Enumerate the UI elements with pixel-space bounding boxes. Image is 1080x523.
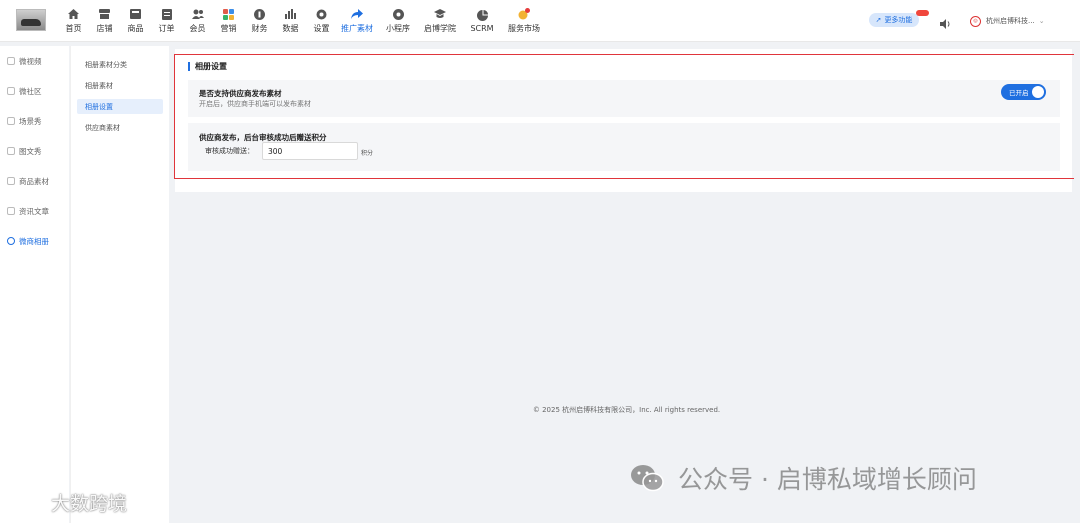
goods-icon: [130, 9, 142, 20]
member-icon: [191, 9, 204, 20]
main-nav: 首页 店铺 商品 订单 会员 营销 财务 数据 设置 推广素材 小程序 启博学院…: [58, 0, 545, 42]
nav-home[interactable]: 首页: [58, 0, 89, 42]
nav-goods[interactable]: 商品: [120, 0, 151, 42]
rocket-icon: ➚: [875, 16, 882, 24]
nav-member[interactable]: 会员: [182, 0, 213, 42]
sidebar: 微视频 微社区 场景秀 图文秀 商品素材 资讯文章 微商相册: [0, 46, 69, 523]
nav-promo-material[interactable]: 推广素材: [337, 0, 377, 42]
brand-mark-icon: [8, 493, 46, 510]
data-icon: [285, 9, 297, 20]
share-icon: [351, 9, 363, 20]
top-navbar: 首页 店铺 商品 订单 会员 营销 财务 数据 设置 推广素材 小程序 启博学院…: [0, 0, 1080, 42]
sidebar-item-news-article[interactable]: 资讯文章: [0, 196, 69, 226]
hot-badge: [916, 10, 929, 16]
nav-scrm[interactable]: SCRM: [461, 0, 503, 42]
watermark-brand: 大数跨境: [7, 490, 127, 515]
company-seal-icon: ◎: [970, 15, 981, 27]
nav-academy[interactable]: 启博学院: [419, 0, 461, 42]
reward-points-input[interactable]: [262, 142, 358, 160]
supplier-publish-title: 是否支持供应商发布素材: [199, 89, 282, 98]
subnav-album-category[interactable]: 相册素材分类: [77, 57, 163, 72]
marketing-icon: [223, 8, 235, 20]
company-switcher[interactable]: ◎ 杭州启博科技... ⌄: [970, 14, 1045, 28]
nav-marketing[interactable]: 营销: [213, 0, 244, 42]
nav-service-market[interactable]: 服务市场: [503, 0, 545, 42]
reward-unit: 积分: [361, 150, 374, 157]
sidebar-item-album[interactable]: 微商相册: [0, 226, 69, 256]
sidebar-item-micro-video[interactable]: 微视频: [0, 46, 69, 76]
nav-miniapp[interactable]: 小程序: [377, 0, 419, 42]
supplier-publish-toggle[interactable]: 已开启: [1001, 84, 1046, 100]
settings-icon: [316, 9, 328, 20]
store-icon: [99, 9, 111, 20]
subnav-album-settings[interactable]: 相册设置: [77, 99, 163, 114]
goods-material-icon: [7, 177, 15, 185]
section-title: 相册设置: [188, 62, 227, 71]
market-icon: [518, 8, 530, 20]
toggle-knob: [1032, 86, 1044, 98]
finance-icon: [254, 8, 266, 20]
nav-order[interactable]: 订单: [151, 0, 182, 42]
album-icon: [7, 237, 15, 245]
article-icon: [7, 147, 15, 155]
chevron-down-icon: ⌄: [1038, 17, 1045, 25]
brand-logo[interactable]: [16, 9, 46, 31]
nav-data[interactable]: 数据: [275, 0, 306, 42]
watermark-official-account: 公众号 · 启博私域增长顾问: [630, 462, 977, 494]
nav-settings[interactable]: 设置: [306, 0, 337, 42]
miniapp-icon: [392, 8, 404, 20]
nav-finance[interactable]: 财务: [244, 0, 275, 42]
sidebar-item-scene-show[interactable]: 场景秀: [0, 106, 69, 136]
speaker-icon[interactable]: [939, 15, 951, 29]
sub-nav: 相册素材分类 相册素材 相册设置 供应商素材: [70, 46, 169, 523]
supplier-publish-setting: 是否支持供应商发布素材 开启后，供应商手机端可以发布素材 已开启: [188, 80, 1060, 117]
video-icon: [7, 57, 15, 65]
scene-icon: [7, 117, 15, 125]
reward-label: 审核成功赠送：: [205, 147, 254, 155]
academy-icon: [434, 9, 446, 20]
sidebar-item-article-show[interactable]: 图文秀: [0, 136, 69, 166]
wechat-icon: [631, 465, 664, 492]
nav-store[interactable]: 店铺: [89, 0, 120, 42]
community-icon: [7, 87, 15, 95]
home-icon: [68, 9, 80, 20]
news-icon: [7, 207, 15, 215]
scrollbar[interactable]: [1074, 42, 1080, 523]
scrm-icon: [476, 9, 488, 21]
sidebar-item-goods-material[interactable]: 商品素材: [0, 166, 69, 196]
sidebar-item-micro-community[interactable]: 微社区: [0, 76, 69, 106]
order-icon: [161, 8, 173, 20]
more-features-button[interactable]: ➚ 更多功能: [869, 13, 919, 27]
subnav-supplier-material[interactable]: 供应商素材: [77, 120, 163, 135]
supplier-publish-desc: 开启后，供应商手机端可以发布素材: [199, 100, 311, 108]
footer-copyright: © 2025 杭州启博科技有限公司，Inc. All rights reserv…: [532, 406, 721, 414]
subnav-album-material[interactable]: 相册素材: [77, 78, 163, 93]
reward-points-setting: 供应商发布，后台审核成功后赠送积分 审核成功赠送： 积分: [188, 123, 1060, 171]
